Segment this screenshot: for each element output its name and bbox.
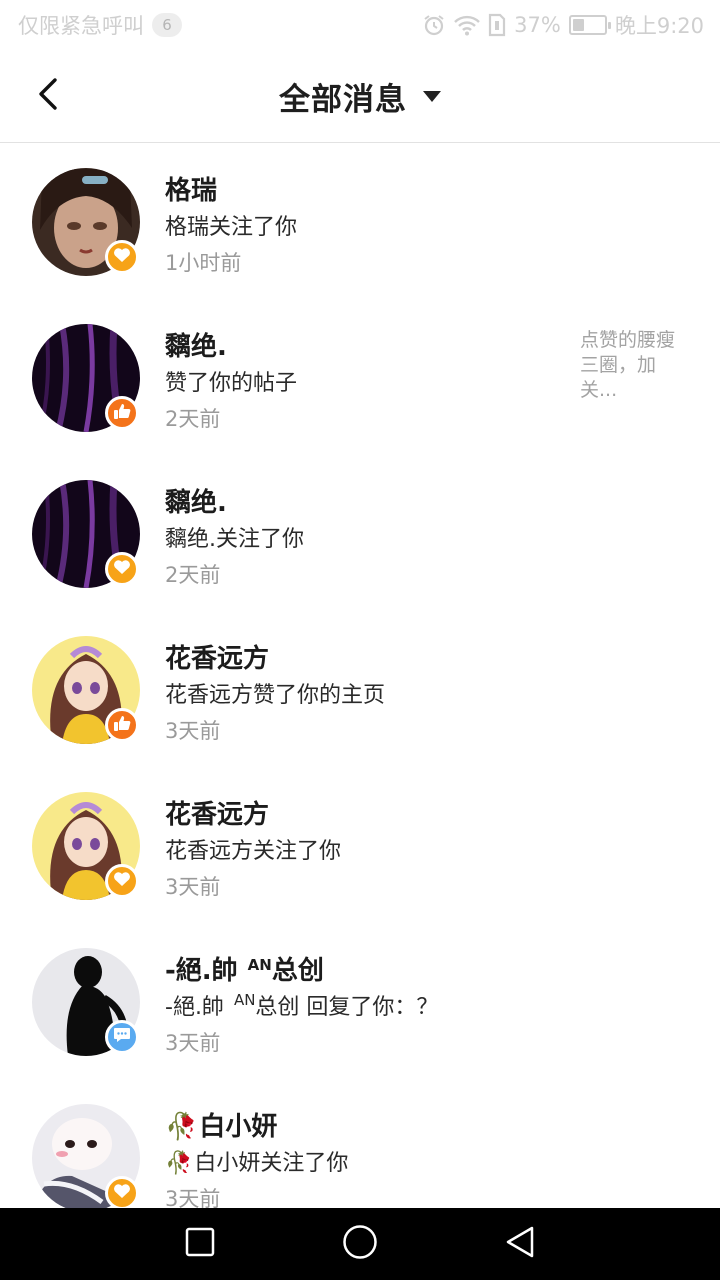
caret-down-icon: [423, 91, 441, 102]
message-text: -絕.帥 AN总创 回复了你：？: [165, 989, 438, 1021]
home-icon: [342, 1224, 378, 1264]
status-left: 仅限紧急呼叫 6: [18, 10, 182, 40]
timestamp: 3天前: [165, 719, 221, 743]
message-item[interactable]: -絕.帥 AN总创 -絕.帥 AN总创 回复了你：？ 3天前: [0, 924, 720, 1080]
timestamp: 2天前: [165, 563, 221, 587]
timestamp: 3天前: [165, 1187, 221, 1208]
timestamp: 2天前: [165, 407, 221, 431]
message-item[interactable]: 黐绝. 赞了你的帖子 2天前 点赞的腰瘦三圈，加关...: [0, 300, 720, 456]
message-text: 赞了你的帖子: [165, 371, 298, 396]
sim-icon: [488, 13, 506, 37]
message-text: 花香远方关注了你: [165, 839, 342, 864]
timestamp: 1小时前: [165, 251, 242, 275]
message-text-suffix: 总创 回复了你：？: [255, 995, 439, 1020]
battery-level-fill: [572, 19, 584, 31]
follow-badge: [105, 552, 139, 586]
timestamp: 3天前: [165, 1031, 221, 1055]
heart-icon: [113, 1183, 131, 1203]
battery-percent: 37%: [514, 13, 561, 37]
recent-apps-icon: [185, 1227, 215, 1261]
chat-bubble-icon: [113, 1027, 131, 1047]
home-button[interactable]: [338, 1222, 382, 1266]
sender-name: -絕.帥 AN总创: [165, 950, 324, 987]
sender-name-main: -絕.帥: [165, 956, 238, 986]
heart-icon: [113, 247, 131, 267]
message-item[interactable]: 黐绝. 黐绝.关注了你 2天前: [0, 456, 720, 612]
message-text: 🥀白小妍关注了你: [165, 1145, 348, 1177]
alarm-icon: [422, 13, 446, 37]
sender-name: 花香远方: [165, 644, 270, 674]
status-bar: 仅限紧急呼叫 6 37% 晚上9:20: [0, 0, 720, 50]
message-text: 黐绝.关注了你: [165, 527, 304, 552]
timestamp: 3天前: [165, 875, 221, 899]
sender-name-main: 白小妍: [199, 1112, 278, 1142]
message-text: 格瑞关注了你: [165, 215, 298, 240]
post-preview-text[interactable]: 点赞的腰瘦三圈，加关...: [580, 328, 690, 403]
like-badge: [105, 396, 139, 430]
message-item[interactable]: 格瑞 格瑞关注了你 1小时前: [0, 144, 720, 300]
sender-name: 花香远方: [165, 800, 270, 830]
message-filter-dropdown[interactable]: 全部消息: [0, 50, 720, 143]
clock-text: 晚上9:20: [614, 14, 704, 38]
thumbs-up-icon: [113, 402, 131, 424]
follow-badge: [105, 1176, 139, 1208]
message-item[interactable]: 花香远方 花香远方赞了你的主页 3天前: [0, 612, 720, 768]
reply-badge: [105, 1020, 139, 1054]
message-item[interactable]: 🥀白小妍 🥀白小妍关注了你 3天前: [0, 1080, 720, 1208]
message-item[interactable]: 花香远方 花香远方关注了你 3天前: [0, 768, 720, 924]
top-bar: 全部消息: [0, 50, 720, 143]
follow-badge: [105, 240, 139, 274]
message-text-name: -絕.帥: [165, 995, 224, 1020]
follow-badge: [105, 864, 139, 898]
like-badge: [105, 708, 139, 742]
notification-count-badge: 6: [152, 13, 182, 37]
page-title: 全部消息: [279, 82, 407, 118]
rose-emoji: 🥀: [165, 1151, 193, 1176]
sender-name-superscript: AN: [247, 956, 272, 974]
wifi-icon: [454, 14, 480, 36]
sender-name: 黐绝.: [165, 488, 227, 518]
sender-name: 黐绝.: [165, 332, 227, 362]
recent-apps-button[interactable]: [178, 1222, 222, 1266]
status-right: 37% 晚上9:20: [422, 10, 704, 40]
back-icon: [504, 1225, 536, 1263]
thumbs-up-icon: [113, 714, 131, 736]
sender-name: 格瑞: [165, 176, 218, 206]
heart-icon: [113, 559, 131, 579]
message-text-main: 白小妍关注了你: [194, 1151, 349, 1176]
battery-icon: [568, 15, 611, 35]
message-text-superscript: AN: [233, 991, 256, 1009]
sender-name: 🥀白小妍: [165, 1106, 277, 1143]
carrier-text: 仅限紧急呼叫: [18, 14, 144, 38]
system-nav-bar: [0, 1208, 720, 1280]
message-text: 花香远方赞了你的主页: [165, 683, 386, 708]
rose-emoji: 🥀: [165, 1112, 198, 1142]
heart-icon: [113, 871, 131, 891]
system-back-button[interactable]: [498, 1222, 542, 1266]
message-list[interactable]: 格瑞 格瑞关注了你 1小时前 黐绝. 赞了你的帖子 2天前 点赞的腰瘦三圈，加关…: [0, 144, 720, 1208]
sender-name-suffix: 总创: [271, 956, 324, 986]
